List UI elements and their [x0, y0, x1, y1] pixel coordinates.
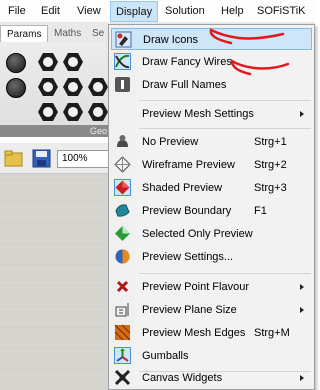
widgets-icon [114, 369, 131, 386]
menu-item-label: Preview Boundary [142, 205, 232, 217]
menu-item-shortcut: Strg+3 [254, 182, 287, 194]
menu-display[interactable]: Display [110, 1, 159, 22]
menu-item-shaded-preview[interactable]: Shaded Preview Strg+3 [111, 177, 312, 199]
menu-item-preview-settings[interactable]: Preview Settings... [111, 246, 312, 268]
menu-item-label: Preview Point Flavour [142, 281, 249, 293]
menu-view[interactable]: View [72, 0, 106, 22]
menu-item-label: Preview Plane Size [142, 304, 237, 316]
preview-settings-icon [114, 248, 131, 265]
menu-item-gumballs[interactable]: Gumballs [111, 345, 312, 367]
menu-item-label: Shaded Preview [142, 182, 223, 194]
menu-item-label: Preview Mesh Settings [142, 108, 254, 120]
menu-help[interactable]: Help [216, 0, 249, 22]
menu-separator [139, 128, 311, 129]
menu-solution[interactable]: Solution [160, 0, 210, 22]
fancy-wires-icon [114, 53, 131, 70]
menu-item-draw-fancy-wires[interactable]: Draw Fancy Wires [111, 51, 312, 73]
menu-sofistik[interactable]: SOFiSTiK [252, 0, 311, 22]
submenu-arrow-icon [300, 375, 304, 381]
point-flavour-icon [114, 278, 131, 295]
menu-item-label: Draw Icons [143, 34, 199, 46]
menu-item-label: Wireframe Preview [142, 159, 235, 171]
menu-item-label: Draw Fancy Wires [142, 56, 232, 68]
save-icon[interactable] [32, 149, 52, 169]
menu-item-label: No Preview [142, 136, 199, 148]
zoom-field[interactable]: 100% [57, 150, 109, 168]
menu-edit[interactable]: Edit [36, 0, 65, 22]
menu-item-shortcut: F1 [254, 205, 267, 217]
submenu-arrow-icon [300, 284, 304, 290]
menu-separator [139, 273, 311, 274]
shaded-icon [114, 179, 131, 196]
menu-item-label: Canvas Widgets [142, 372, 223, 384]
menu-item-canvas-widgets[interactable]: Canvas Widgets [111, 367, 312, 389]
menu-file[interactable]: File [3, 0, 31, 22]
menu-item-wireframe-preview[interactable]: Wireframe Preview Strg+2 [111, 154, 312, 176]
submenu-arrow-icon [300, 307, 304, 313]
menu-item-label: Preview Settings... [142, 251, 234, 263]
wireframe-icon [114, 156, 131, 173]
no-preview-icon [114, 133, 131, 150]
menu-item-label: Draw Full Names [142, 79, 227, 91]
component-icon[interactable] [6, 78, 26, 98]
toolbar-group-label: Geo [90, 126, 108, 136]
menu-item-preview-plane-size[interactable]: Preview Plane Size [111, 299, 312, 321]
plane-size-icon [114, 301, 131, 318]
menu-item-preview-mesh-edges[interactable]: Preview Mesh Edges Strg+M [111, 322, 312, 344]
tab-maths[interactable]: Maths [48, 25, 87, 42]
menu-item-shortcut: Strg+1 [254, 136, 287, 148]
menu-item-draw-full-names[interactable]: Draw Full Names [111, 74, 312, 96]
selected-only-icon [114, 225, 131, 242]
mesh-edges-icon [114, 324, 131, 341]
boundary-icon [114, 202, 131, 219]
full-names-icon [114, 76, 131, 93]
menu-item-draw-icons[interactable]: Draw Icons [111, 28, 312, 50]
component-icon[interactable] [6, 53, 26, 73]
menu-item-preview-mesh-settings[interactable]: Preview Mesh Settings [111, 103, 312, 125]
menu-item-label: Preview Mesh Edges [142, 327, 246, 339]
menu-item-preview-point-flavour[interactable]: Preview Point Flavour [111, 276, 312, 298]
menu-item-selected-only-preview[interactable]: Selected Only Preview [111, 223, 312, 245]
tab-params[interactable]: Params [0, 25, 49, 42]
menu-item-shortcut: Strg+M [254, 327, 290, 339]
menu-item-no-preview[interactable]: No Preview Strg+1 [111, 131, 312, 153]
gumballs-icon [114, 347, 131, 364]
menu-item-preview-boundary[interactable]: Preview Boundary F1 [111, 200, 312, 222]
menu-bar: File Edit View Display Solution Help SOF… [0, 0, 315, 23]
submenu-arrow-icon [300, 111, 304, 117]
menu-item-label: Gumballs [142, 350, 189, 362]
menu-item-label: Selected Only Preview [142, 228, 253, 240]
open-file-icon[interactable] [4, 149, 24, 169]
draw-icons-icon [115, 31, 132, 48]
display-menu: Draw Icons Draw Fancy Wires Draw Full Na… [108, 24, 315, 390]
menu-separator [139, 100, 311, 101]
menu-item-shortcut: Strg+2 [254, 159, 287, 171]
tab-sets[interactable]: Se [86, 25, 110, 42]
